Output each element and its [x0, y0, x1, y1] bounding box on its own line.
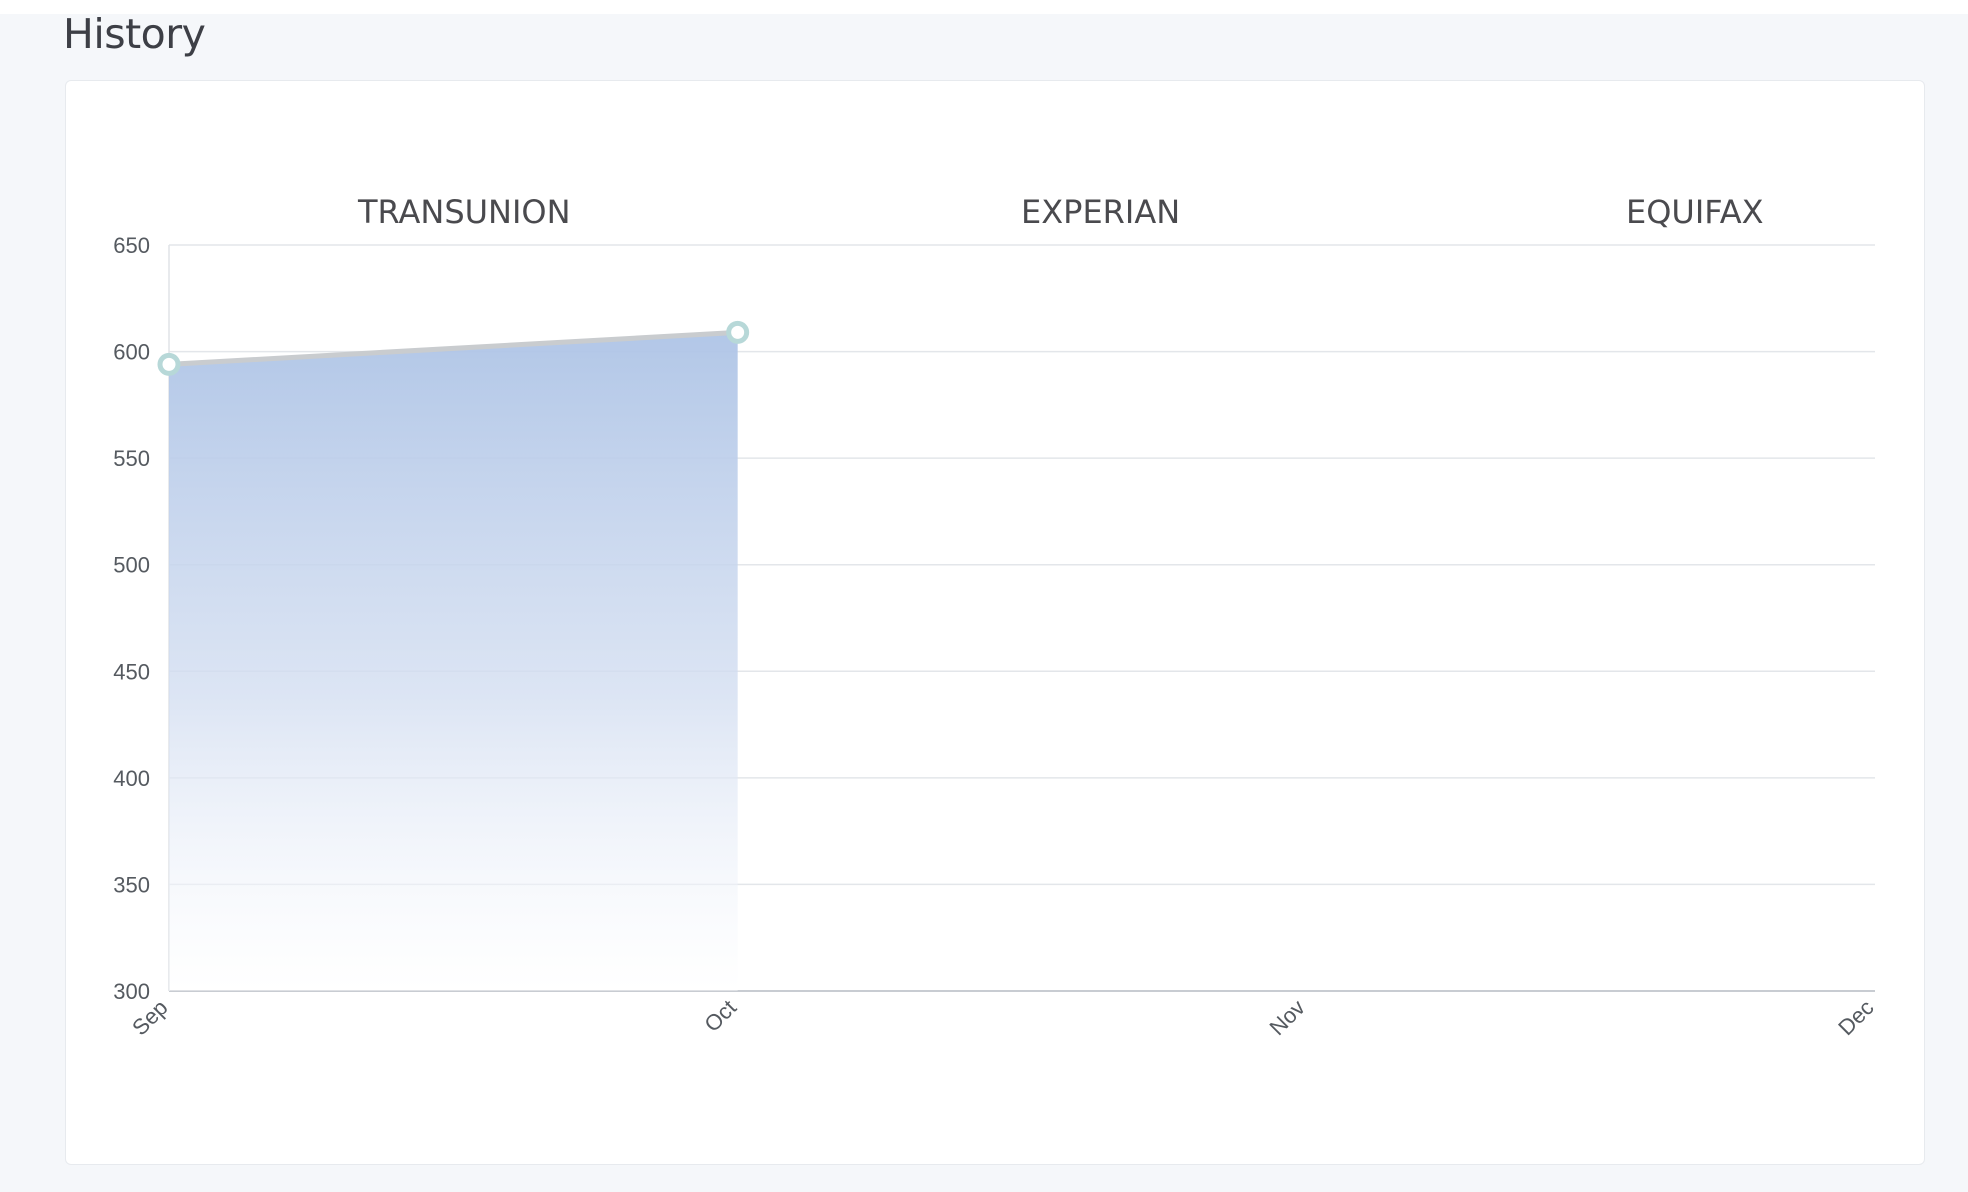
y-tick-label: 300 — [113, 979, 150, 1004]
y-tick-label: 550 — [113, 446, 150, 471]
y-tick-label: 650 — [113, 233, 150, 258]
x-tick-label: Nov — [1265, 995, 1310, 1040]
y-tick-label: 350 — [113, 872, 150, 897]
history-chart: 650600550500450400350300Sep Oct Nov Dec — [113, 233, 1878, 1040]
y-tick-label: 400 — [113, 766, 150, 791]
series-area — [169, 332, 738, 992]
y-tick-label: 600 — [113, 340, 150, 365]
x-tick-label: Oct — [699, 995, 741, 1037]
y-tick-label: 500 — [113, 553, 150, 578]
y-tick-label: 450 — [113, 659, 150, 684]
data-point — [726, 320, 750, 344]
x-tick-label: Dec — [1833, 995, 1878, 1040]
data-point — [157, 352, 181, 376]
